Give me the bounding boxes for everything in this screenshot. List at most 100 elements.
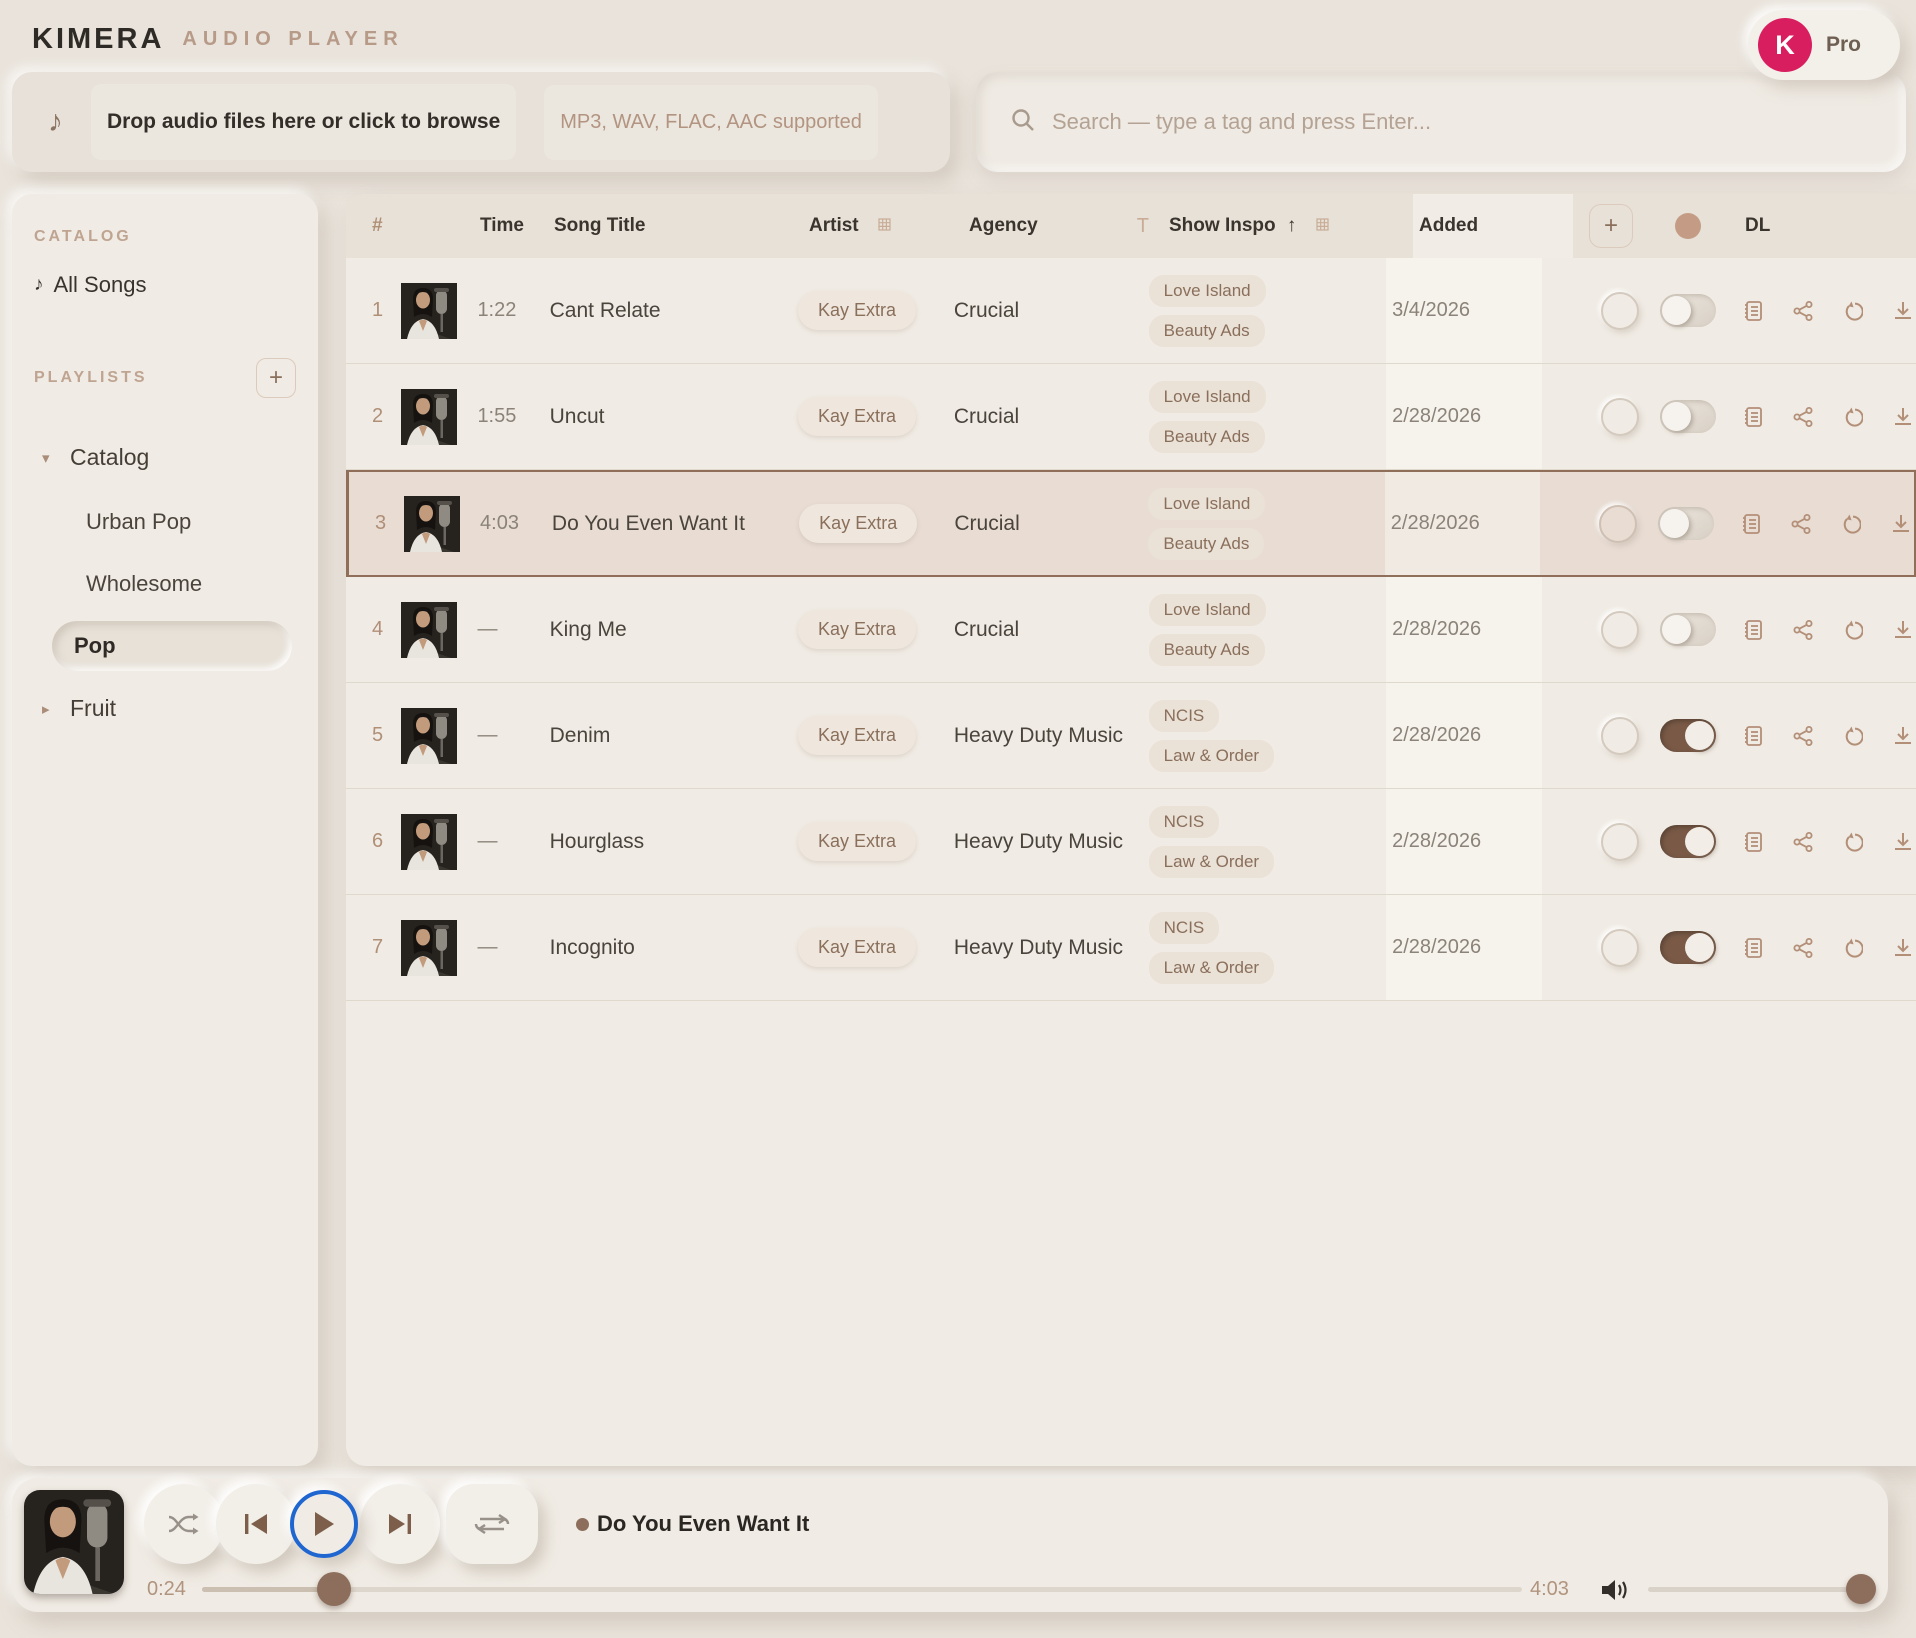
add-playlist-button[interactable]: + [256,358,296,398]
grid-icon[interactable] [1316,218,1329,231]
dl-toggle[interactable] [1660,825,1716,858]
download-icon[interactable] [1890,406,1916,428]
dl-toggle[interactable] [1660,719,1716,752]
artist-chip[interactable]: Kay Extra [798,397,916,436]
undo-icon[interactable] [1840,938,1866,958]
notes-icon[interactable] [1740,725,1766,747]
dl-toggle[interactable] [1660,931,1716,964]
seek-bar[interactable] [202,1587,1522,1592]
show-inspo-tag[interactable]: Beauty Ads [1149,634,1265,666]
sidebar-item-wholesome[interactable]: Wholesome [86,559,296,609]
show-inspo-tag[interactable]: Beauty Ads [1148,528,1264,560]
undo-icon[interactable] [1840,301,1866,321]
add-column-button[interactable]: + [1589,204,1633,248]
download-icon[interactable] [1890,937,1916,959]
text-filter-icon[interactable]: T [1137,215,1149,238]
col-added[interactable]: Added [1413,194,1573,258]
undo-icon[interactable] [1840,407,1866,427]
show-inspo-tag[interactable]: Beauty Ads [1149,421,1265,453]
col-artist[interactable]: Artist [803,215,963,237]
sort-ascending-icon[interactable]: ↑ [1287,215,1297,236]
show-inspo-tag[interactable]: Law & Order [1149,952,1274,984]
col-song-title[interactable]: Song Title [548,215,803,237]
show-inspo-tag[interactable]: Love Island [1149,381,1266,413]
undo-icon[interactable] [1838,514,1864,534]
sidebar-item-fruit[interactable]: ▸ Fruit [34,683,296,734]
grid-icon[interactable] [878,218,891,231]
dl-toggle[interactable] [1660,400,1716,433]
share-icon[interactable] [1790,619,1816,641]
show-inspo-tag[interactable]: Beauty Ads [1149,315,1265,347]
avatar[interactable]: K [1758,18,1812,72]
table-row[interactable]: 7 — Incognito Kay Extra Heavy Duty Music… [346,895,1916,1001]
sidebar-item-catalog[interactable]: ▾ Catalog [34,432,296,483]
download-icon[interactable] [1890,619,1916,641]
search-input[interactable] [1052,109,1872,135]
show-inspo-tag[interactable]: Love Island [1149,594,1266,626]
download-icon[interactable] [1888,513,1914,535]
show-inspo-tag[interactable]: NCIS [1149,912,1220,944]
table-row[interactable]: 5 — Denim Kay Extra Heavy Duty Music NCI… [346,683,1916,789]
dl-toggle[interactable] [1658,507,1714,540]
chevron-down-icon[interactable]: ▾ [42,449,58,467]
artist-chip[interactable]: Kay Extra [798,291,916,330]
show-inspo-tag[interactable]: Law & Order [1149,846,1274,878]
select-circle-button[interactable] [1601,717,1639,755]
show-inspo-tag[interactable]: Love Island [1148,488,1265,520]
col-agency[interactable]: Agency T [963,215,1163,238]
artist-chip[interactable]: Kay Extra [798,822,916,861]
artist-chip[interactable]: Kay Extra [798,610,916,649]
col-show-inspo[interactable]: Show Inspo ↑ [1163,215,1413,237]
volume-handle[interactable] [1846,1574,1876,1604]
volume-icon[interactable] [1600,1577,1630,1608]
download-icon[interactable] [1890,725,1916,747]
chevron-right-icon[interactable]: ▸ [42,700,58,718]
select-circle-button[interactable] [1601,398,1639,436]
artist-chip[interactable]: Kay Extra [799,504,917,543]
undo-icon[interactable] [1840,620,1866,640]
share-icon[interactable] [1790,725,1816,747]
show-inspo-tag[interactable]: Law & Order [1149,740,1274,772]
table-row[interactable]: 6 — Hourglass Kay Extra Heavy Duty Music… [346,789,1916,895]
repeat-button[interactable] [446,1484,538,1564]
share-icon[interactable] [1790,300,1816,322]
artist-chip[interactable]: Kay Extra [798,716,916,755]
share-icon[interactable] [1790,831,1816,853]
select-circle-button[interactable] [1601,929,1639,967]
notes-icon[interactable] [1740,937,1766,959]
select-circle-button[interactable] [1601,823,1639,861]
dl-toggle[interactable] [1660,294,1716,327]
select-circle-button[interactable] [1601,292,1639,330]
share-icon[interactable] [1788,513,1814,535]
table-row[interactable]: 4 — King Me Kay Extra Crucial Love Islan… [346,577,1916,683]
table-row[interactable]: 1 1:22 Cant Relate Kay Extra Crucial Lov… [346,258,1916,364]
share-icon[interactable] [1790,937,1816,959]
download-icon[interactable] [1890,831,1916,853]
show-inspo-tag[interactable]: NCIS [1149,700,1220,732]
undo-icon[interactable] [1840,726,1866,746]
shuffle-button[interactable] [144,1484,224,1564]
table-row[interactable]: 2 1:55 Uncut Kay Extra Crucial Love Isla… [346,364,1916,470]
next-button[interactable] [360,1484,440,1564]
account-pill[interactable]: K Pro [1748,10,1900,80]
notes-icon[interactable] [1738,513,1764,535]
sidebar-item-pop[interactable]: Pop [52,621,292,671]
col-number[interactable]: # [346,215,396,237]
file-dropzone[interactable]: ♪ Drop audio files here or click to brow… [12,72,950,172]
volume-slider[interactable] [1648,1587,1872,1592]
artist-chip[interactable]: Kay Extra [798,928,916,967]
dl-toggle[interactable] [1660,613,1716,646]
play-button[interactable] [290,1490,358,1558]
col-time[interactable]: Time [474,215,548,237]
notes-icon[interactable] [1740,300,1766,322]
show-inspo-tag[interactable]: NCIS [1149,806,1220,838]
table-row-active[interactable]: 3 4:03 Do You Even Want It Kay Extra Cru… [346,470,1916,577]
select-circle-button[interactable] [1601,611,1639,649]
search-bar[interactable] [976,72,1906,172]
notes-icon[interactable] [1740,619,1766,641]
notes-icon[interactable] [1740,831,1766,853]
sidebar-item-urban-pop[interactable]: Urban Pop [86,497,296,547]
notes-icon[interactable] [1740,406,1766,428]
color-dot-icon[interactable] [1675,213,1701,239]
undo-icon[interactable] [1840,832,1866,852]
